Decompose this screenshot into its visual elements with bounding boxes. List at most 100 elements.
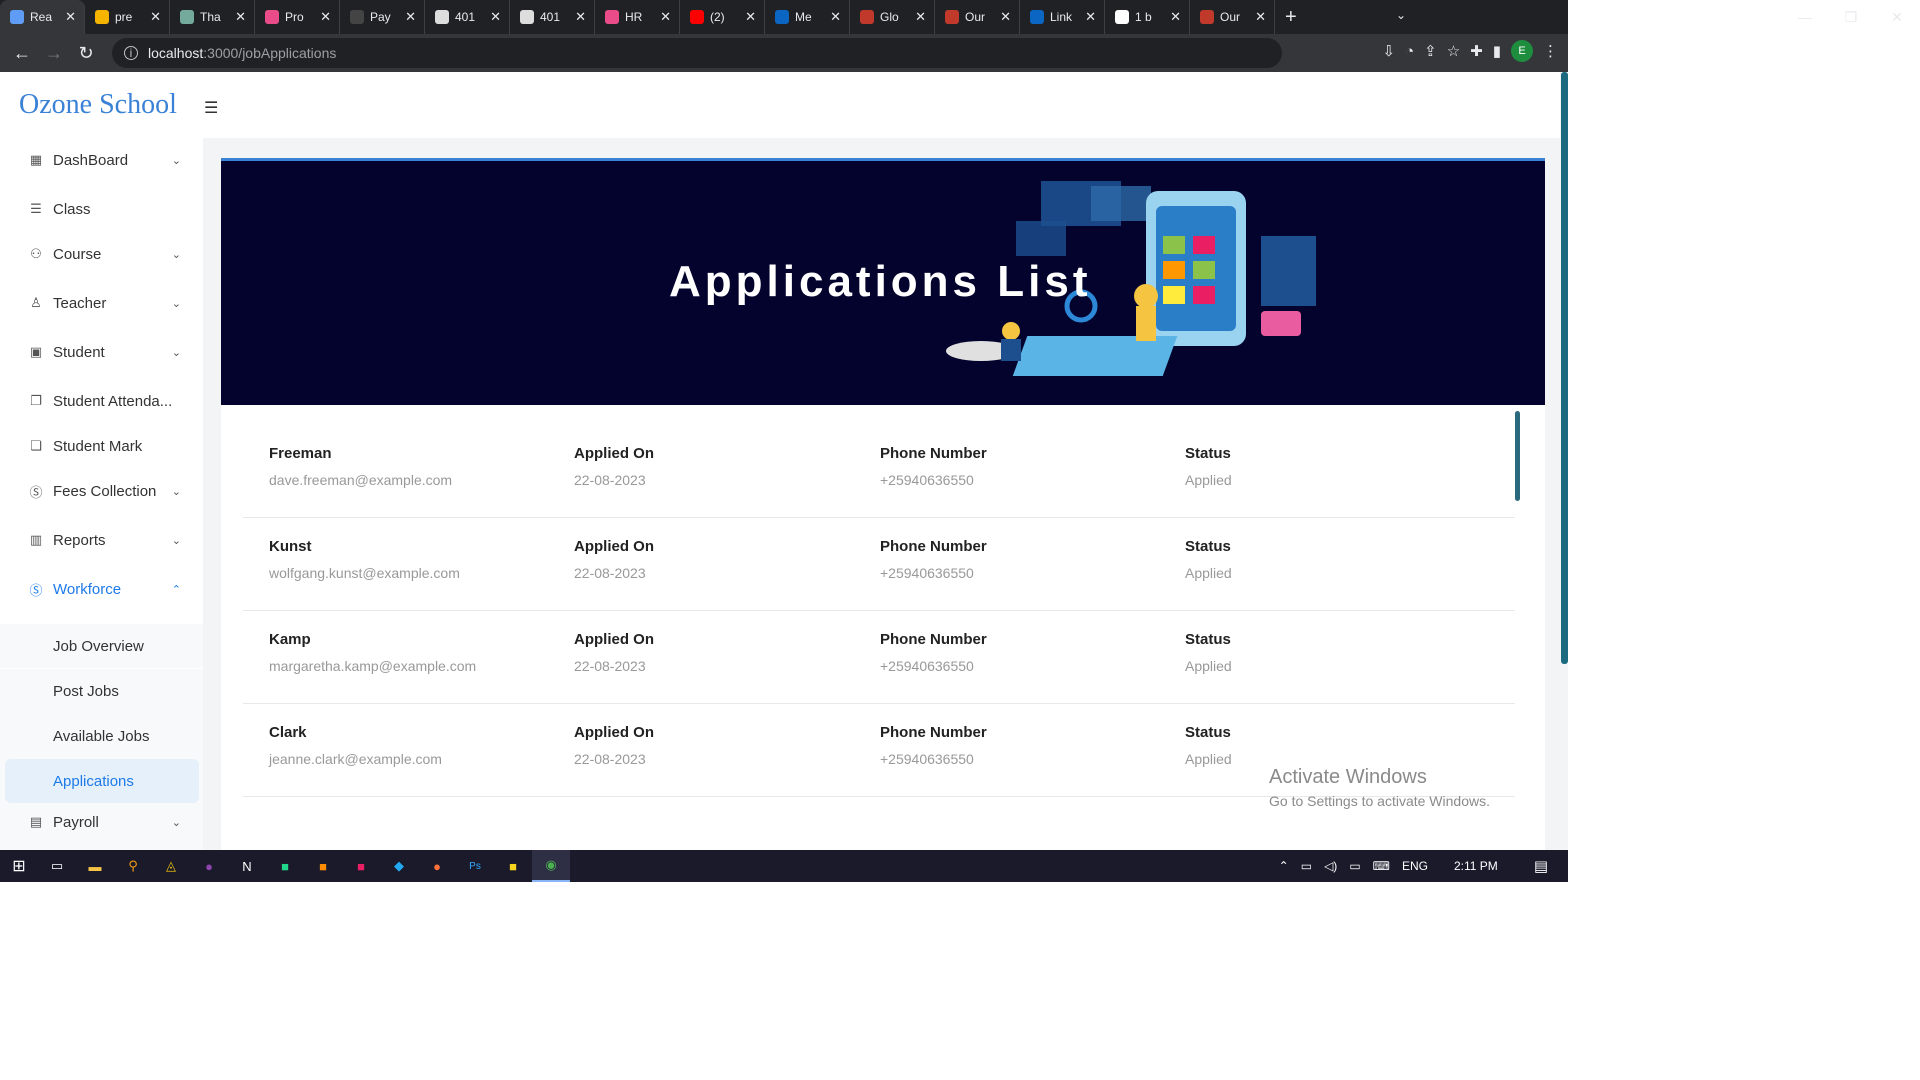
chevron-down-icon: ⌄ — [171, 816, 181, 829]
app-icon-2[interactable]: ● — [190, 850, 228, 882]
sidebar-item-reports[interactable]: ▥ Reports ⌄ — [0, 518, 203, 562]
status-label: Status — [1185, 538, 1231, 555]
side-panel-icon[interactable]: ▮ — [1493, 42, 1501, 60]
page-scrollbar[interactable] — [1561, 72, 1568, 664]
file-explorer-icon[interactable]: ▬ — [76, 850, 114, 882]
tab-close-icon[interactable]: ✕ — [660, 9, 671, 25]
app-logo[interactable]: Ozone School — [19, 89, 177, 121]
reload-icon[interactable]: ↻ — [70, 43, 102, 64]
application-row[interactable]: Freeman dave.freeman@example.com Applied O… — [243, 425, 1515, 518]
sidebar-item-payroll[interactable]: ▤ Payroll ⌄ — [0, 800, 203, 844]
list-scroll-indicator[interactable] — [1515, 411, 1520, 501]
share-icon[interactable]: ⇪ — [1424, 42, 1437, 60]
tray-expand-icon[interactable]: ⌃ — [1279, 859, 1289, 873]
submenu-item-available-jobs[interactable]: Available Jobs — [0, 714, 203, 758]
firefox-icon[interactable]: ● — [418, 850, 456, 882]
search-app-icon[interactable]: ⚲ — [114, 850, 152, 882]
app-icon-4[interactable]: ■ — [342, 850, 380, 882]
tab-close-icon[interactable]: ✕ — [1000, 9, 1011, 25]
browser-tab[interactable]: Tha ✕ — [170, 0, 255, 34]
forward-icon[interactable]: → — [38, 43, 70, 64]
sidebar-item-dashboard[interactable]: ▦ DashBoard ⌄ — [0, 138, 203, 182]
tab-close-icon[interactable]: ✕ — [745, 9, 756, 25]
tab-close-icon[interactable]: ✕ — [490, 9, 501, 25]
browser-tab[interactable]: HR ✕ — [595, 0, 680, 34]
photoshop-icon[interactable]: Ps — [456, 850, 494, 882]
submenu-item-job-overview[interactable]: Job Overview — [0, 624, 203, 668]
tab-close-icon[interactable]: ✕ — [1255, 9, 1266, 25]
chrome-icon[interactable]: ◉ — [532, 850, 570, 882]
sidebar-item-class[interactable]: ☰ Class — [0, 187, 203, 231]
application-row[interactable]: Kamp margaretha.kamp@example.com Applied O… — [243, 611, 1515, 704]
tab-close-icon[interactable]: ✕ — [915, 9, 926, 25]
browser-tab[interactable]: Glo ✕ — [850, 0, 935, 34]
sidebar-item-student-attenda[interactable]: ❐ Student Attenda... — [0, 379, 203, 423]
tab-close-icon[interactable]: ✕ — [65, 9, 76, 25]
new-tab-icon[interactable]: + — [1285, 6, 1297, 29]
sidebar-item-course[interactable]: ⚇ Course ⌄ — [0, 232, 203, 276]
browser-tab[interactable]: pre ✕ — [85, 0, 170, 34]
sidebar-item-workforce[interactable]: Ⓢ Workforce ⌃ — [0, 567, 203, 611]
address-bar[interactable]: i localhost:3000/jobApplications — [112, 38, 1282, 68]
browser-tab[interactable]: Pay ✕ — [340, 0, 425, 34]
language-indicator[interactable]: ENG — [1402, 859, 1428, 873]
profile-avatar[interactable]: E — [1511, 40, 1533, 62]
close-window-icon[interactable]: ✕ — [1874, 0, 1920, 34]
browser-tab[interactable]: 1 b ✕ — [1105, 0, 1190, 34]
application-row[interactable]: Kunst wolfgang.kunst@example.com Applied O… — [243, 518, 1515, 611]
install-icon[interactable]: ⇩ — [1382, 42, 1395, 60]
site-info-icon[interactable]: i — [124, 46, 138, 60]
sidebar-item-teacher[interactable]: ♙ Teacher ⌄ — [0, 281, 203, 325]
browser-tab[interactable]: Rea ✕ — [0, 0, 85, 34]
submenu-item-applications[interactable]: Applications — [5, 759, 199, 803]
browser-tab[interactable]: Our ✕ — [935, 0, 1020, 34]
tab-close-icon[interactable]: ✕ — [575, 9, 586, 25]
browser-menu-icon[interactable]: ⋮ — [1543, 42, 1558, 60]
browser-tab[interactable]: 401 ✕ — [425, 0, 510, 34]
performance-icon[interactable]: ◔ — [1405, 43, 1414, 60]
tab-title: 401 — [540, 10, 561, 24]
vscode-icon[interactable]: ◆ — [380, 850, 418, 882]
extensions-icon[interactable]: ✚ — [1470, 42, 1483, 60]
workforce-icon: Ⓢ — [29, 582, 43, 598]
tab-close-icon[interactable]: ✕ — [1085, 9, 1096, 25]
back-icon[interactable]: ← — [6, 43, 38, 64]
sidebar-item-student-mark[interactable]: ❏ Student Mark — [0, 424, 203, 468]
system-tray: ⌃ ▭ ◁) ▭ ⌨ ENG 2:11 PM ▤ — [1279, 850, 1568, 882]
tab-close-icon[interactable]: ✕ — [405, 9, 416, 25]
minimize-icon[interactable]: — — [1782, 0, 1828, 34]
sidebar-item-student[interactable]: ▣ Student ⌄ — [0, 330, 203, 374]
browser-tab[interactable]: (2) ✕ — [680, 0, 765, 34]
tab-close-icon[interactable]: ✕ — [235, 9, 246, 25]
notifications-icon[interactable]: ▤ — [1534, 857, 1548, 875]
tab-close-icon[interactable]: ✕ — [320, 9, 331, 25]
network-icon[interactable]: ▭ — [1349, 859, 1360, 873]
sticky-notes-icon[interactable]: ■ — [494, 850, 532, 882]
sidebar-item-fees-collection[interactable]: Ⓢ Fees Collection ⌄ — [0, 469, 203, 513]
app-icon-3[interactable]: ■ — [304, 850, 342, 882]
tab-close-icon[interactable]: ✕ — [150, 9, 161, 25]
clock[interactable]: 2:11 PM — [1454, 859, 1498, 873]
task-view-icon[interactable]: ▭ — [38, 850, 76, 882]
pycharm-icon[interactable]: ■ — [266, 850, 304, 882]
browser-tab[interactable]: Link ✕ — [1020, 0, 1105, 34]
tab-favicon-icon — [180, 10, 194, 24]
tab-search-icon[interactable]: ⌄ — [1396, 8, 1406, 22]
browser-tab[interactable]: Pro ✕ — [255, 0, 340, 34]
restore-icon[interactable]: ❐ — [1828, 0, 1874, 34]
keyboard-icon[interactable]: ⌨ — [1373, 859, 1390, 873]
attendance-icon: ❐ — [30, 393, 42, 408]
volume-icon[interactable]: ◁) — [1324, 859, 1337, 873]
menu-toggle-icon[interactable]: ☰ — [204, 98, 218, 118]
notion-icon[interactable]: N — [228, 850, 266, 882]
browser-tab[interactable]: Our ✕ — [1190, 0, 1275, 34]
tab-close-icon[interactable]: ✕ — [830, 9, 841, 25]
bookmark-star-icon[interactable]: ☆ — [1447, 42, 1460, 60]
tab-close-icon[interactable]: ✕ — [1170, 9, 1181, 25]
submenu-item-post-jobs[interactable]: Post Jobs — [0, 669, 203, 713]
browser-tab[interactable]: 401 ✕ — [510, 0, 595, 34]
browser-tab[interactable]: Me ✕ — [765, 0, 850, 34]
battery-icon[interactable]: ▭ — [1301, 859, 1312, 873]
app-icon-1[interactable]: ◬ — [152, 850, 190, 882]
start-icon[interactable]: ⊞ — [0, 850, 38, 882]
